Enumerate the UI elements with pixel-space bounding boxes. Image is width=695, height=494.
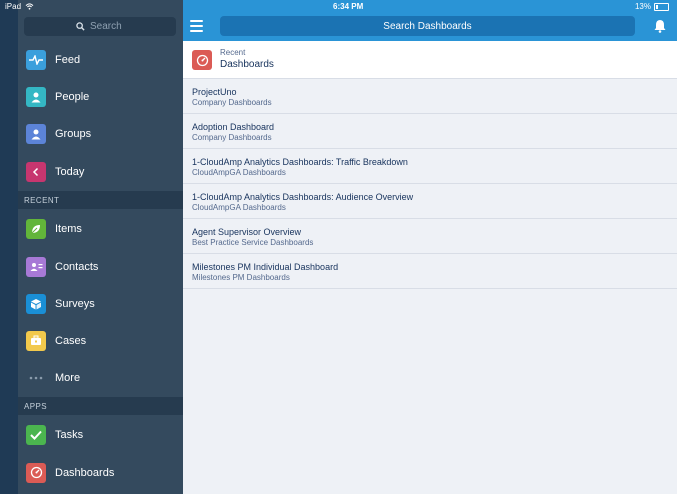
groups-icon bbox=[26, 123, 46, 144]
status-bar: iPad 6:34 PM 13% bbox=[0, 0, 677, 13]
dashboard-title: ProjectUno bbox=[192, 87, 237, 97]
contact-card-icon bbox=[26, 256, 46, 277]
sidebar-search-input[interactable] bbox=[90, 21, 124, 32]
dashboard-title: 1-CloudAmp Analytics Dashboards: Audienc… bbox=[192, 192, 414, 202]
sidebar-item-label: More bbox=[55, 371, 81, 384]
sidebar-search[interactable] bbox=[24, 17, 176, 36]
dashboard-row[interactable]: ProjectUno Company Dashboards bbox=[183, 79, 677, 114]
sidebar-item-contacts[interactable]: Contacts bbox=[18, 248, 183, 285]
left-rail bbox=[0, 0, 18, 494]
menu-icon[interactable] bbox=[190, 20, 203, 32]
sidebar-item-cases[interactable]: Cases bbox=[18, 322, 183, 359]
dashboard-title: 1-CloudAmp Analytics Dashboards: Traffic… bbox=[192, 157, 408, 167]
recent-dashboards-header: Recent Dashboards bbox=[183, 41, 677, 79]
search-dashboards-field[interactable]: Search Dashboards bbox=[220, 16, 635, 36]
sidebar-item-more[interactable]: More bbox=[18, 359, 183, 396]
sidebar-item-label: Items bbox=[55, 222, 82, 235]
clock: 6:34 PM bbox=[333, 2, 364, 11]
sidebar-item-people[interactable]: People bbox=[18, 78, 183, 115]
sidebar-item-label: Cases bbox=[55, 334, 87, 347]
right-edge bbox=[677, 0, 695, 494]
sidebar-item-groups[interactable]: Groups bbox=[18, 115, 183, 152]
dashboard-folder: Best Practice Service Dashboards bbox=[192, 238, 314, 247]
dashboard-row[interactable]: Adoption Dashboard Company Dashboards bbox=[183, 114, 677, 149]
search-dashboards-label: Search Dashboards bbox=[383, 20, 472, 32]
sidebar-item-label: Today bbox=[55, 165, 85, 178]
section-header-recent: RECENT bbox=[18, 191, 183, 209]
today-icon bbox=[26, 161, 46, 182]
dashboard-title: Agent Supervisor Overview bbox=[192, 227, 302, 237]
dashboard-title: Adoption Dashboard bbox=[192, 122, 275, 132]
dashboard-row[interactable]: 1-CloudAmp Analytics Dashboards: Traffic… bbox=[183, 149, 677, 184]
gauge-icon bbox=[26, 462, 46, 483]
person-icon bbox=[26, 86, 46, 107]
dashboard-folder: Milestones PM Dashboards bbox=[192, 273, 290, 282]
dashboard-folder: CloudAmpGA Dashboards bbox=[192, 168, 286, 177]
search-icon bbox=[76, 22, 85, 31]
main-content: Search Dashboards Recent Dashboards Proj… bbox=[183, 0, 677, 494]
device-name: iPad bbox=[5, 2, 22, 11]
sidebar-item-tasks[interactable]: Tasks bbox=[18, 416, 183, 453]
dashboard-row[interactable]: Milestones PM Individual Dashboard Miles… bbox=[183, 254, 677, 289]
dashboard-folder: Company Dashboards bbox=[192, 98, 272, 107]
recent-label: Recent bbox=[220, 48, 246, 57]
sidebar: Feed People Groups Today RECENT Items Co… bbox=[18, 0, 183, 494]
bell-icon[interactable] bbox=[654, 19, 666, 33]
sidebar-item-dashboards[interactable]: Dashboards bbox=[18, 454, 183, 491]
battery-percent: 13% bbox=[634, 2, 651, 11]
sidebar-item-label: Contacts bbox=[55, 260, 99, 273]
section-header-apps: APPS bbox=[18, 397, 183, 415]
dashboard-folder: Company Dashboards bbox=[192, 133, 272, 142]
sidebar-item-label: Groups bbox=[55, 127, 92, 140]
dashboard-folder: CloudAmpGA Dashboards bbox=[192, 203, 286, 212]
feed-icon bbox=[26, 49, 46, 70]
cube-icon bbox=[26, 293, 46, 314]
sidebar-item-surveys[interactable]: Surveys bbox=[18, 285, 183, 322]
sidebar-item-label: Tasks bbox=[55, 428, 84, 441]
dashboard-row[interactable]: 1-CloudAmp Analytics Dashboards: Audienc… bbox=[183, 184, 677, 219]
sidebar-item-label: Feed bbox=[55, 53, 81, 66]
dashboard-row[interactable]: Agent Supervisor Overview Best Practice … bbox=[183, 219, 677, 254]
sidebar-item-feed[interactable]: Feed bbox=[18, 41, 183, 78]
dashboard-title: Milestones PM Individual Dashboard bbox=[192, 262, 339, 272]
sidebar-item-label: Surveys bbox=[55, 297, 95, 310]
briefcase-icon bbox=[26, 330, 46, 351]
checkmark-icon bbox=[26, 424, 46, 445]
sidebar-item-label: Dashboards bbox=[55, 466, 115, 479]
sidebar-item-today[interactable]: Today bbox=[18, 153, 183, 190]
sidebar-item-label: People bbox=[55, 90, 90, 103]
more-dots-icon bbox=[26, 368, 46, 388]
recent-title: Dashboards bbox=[220, 59, 274, 70]
leaf-icon bbox=[26, 218, 46, 239]
battery-icon bbox=[654, 2, 669, 11]
wifi-icon bbox=[25, 3, 34, 10]
gauge-icon bbox=[192, 50, 212, 70]
sidebar-item-items[interactable]: Items bbox=[18, 210, 183, 247]
